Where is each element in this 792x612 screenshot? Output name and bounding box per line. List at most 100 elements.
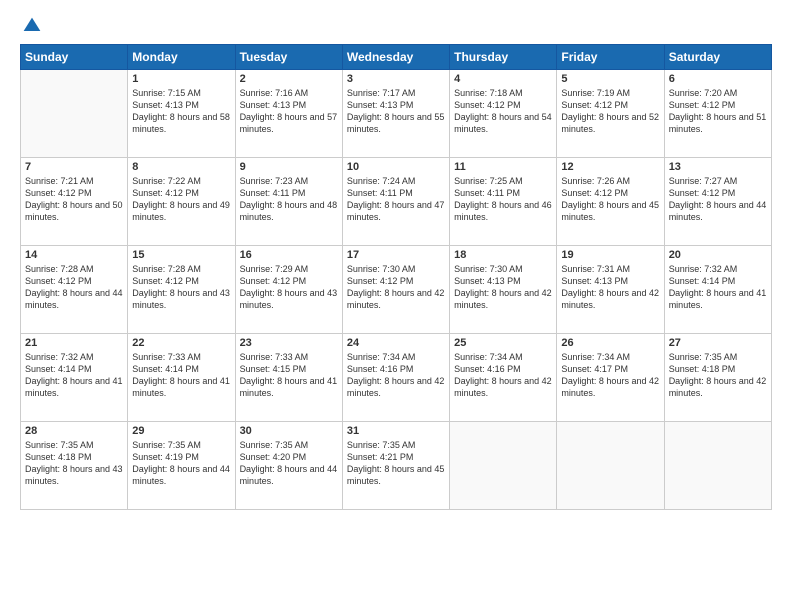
logo-icon (22, 16, 42, 36)
day-number: 28 (25, 425, 123, 437)
calendar-cell: 9 Sunrise: 7:23 AM Sunset: 4:11 PM Daylig… (235, 158, 342, 246)
day-number: 21 (25, 337, 123, 349)
logo (20, 16, 42, 36)
page: SundayMondayTuesdayWednesdayThursdayFrid… (0, 0, 792, 612)
day-number: 20 (669, 249, 767, 261)
day-info: Sunrise: 7:17 AM Sunset: 4:13 PM Dayligh… (347, 87, 445, 136)
day-info: Sunrise: 7:30 AM Sunset: 4:12 PM Dayligh… (347, 263, 445, 312)
day-info: Sunrise: 7:32 AM Sunset: 4:14 PM Dayligh… (25, 351, 123, 400)
day-of-week-header: Friday (557, 45, 664, 70)
day-info: Sunrise: 7:31 AM Sunset: 4:13 PM Dayligh… (561, 263, 659, 312)
header (20, 16, 772, 36)
day-info: Sunrise: 7:28 AM Sunset: 4:12 PM Dayligh… (132, 263, 230, 312)
calendar-cell: 10 Sunrise: 7:24 AM Sunset: 4:11 PM Dayli… (342, 158, 449, 246)
day-info: Sunrise: 7:18 AM Sunset: 4:12 PM Dayligh… (454, 87, 552, 136)
calendar-cell: 26 Sunrise: 7:34 AM Sunset: 4:17 PM Dayli… (557, 334, 664, 422)
day-number: 11 (454, 161, 552, 173)
day-info: Sunrise: 7:19 AM Sunset: 4:12 PM Dayligh… (561, 87, 659, 136)
day-info: Sunrise: 7:34 AM Sunset: 4:16 PM Dayligh… (454, 351, 552, 400)
day-number: 12 (561, 161, 659, 173)
day-of-week-header: Tuesday (235, 45, 342, 70)
calendar-header-row: SundayMondayTuesdayWednesdayThursdayFrid… (21, 45, 772, 70)
calendar-cell: 19Sunrise: 7:31 AM Sunset: 4:13 PM Dayli… (557, 246, 664, 334)
day-number: 15 (132, 249, 230, 261)
day-info: Sunrise: 7:33 AM Sunset: 4:15 PM Dayligh… (240, 351, 338, 400)
calendar-cell: 28 Sunrise: 7:35 AM Sunset: 4:18 PM Dayli… (21, 422, 128, 510)
day-number: 23 (240, 337, 338, 349)
day-of-week-header: Monday (128, 45, 235, 70)
calendar-cell: 18 Sunrise: 7:30 AM Sunset: 4:13 PM Dayli… (450, 246, 557, 334)
calendar-cell: 5 Sunrise: 7:19 AM Sunset: 4:12 PM Daylig… (557, 70, 664, 158)
day-number: 2 (240, 73, 338, 85)
day-of-week-header: Sunday (21, 45, 128, 70)
day-info: Sunrise: 7:28 AM Sunset: 4:12 PM Dayligh… (25, 263, 123, 312)
calendar-cell: 2 Sunrise: 7:16 AM Sunset: 4:13 PM Daylig… (235, 70, 342, 158)
day-of-week-header: Saturday (664, 45, 771, 70)
day-info: Sunrise: 7:23 AM Sunset: 4:11 PM Dayligh… (240, 175, 338, 224)
day-number: 25 (454, 337, 552, 349)
day-info: Sunrise: 7:20 AM Sunset: 4:12 PM Dayligh… (669, 87, 767, 136)
day-info: Sunrise: 7:35 AM Sunset: 4:18 PM Dayligh… (669, 351, 767, 400)
calendar-cell (557, 422, 664, 510)
calendar-week-row: 21 Sunrise: 7:32 AM Sunset: 4:14 PM Dayli… (21, 334, 772, 422)
calendar-cell: 11 Sunrise: 7:25 AM Sunset: 4:11 PM Dayli… (450, 158, 557, 246)
day-info: Sunrise: 7:25 AM Sunset: 4:11 PM Dayligh… (454, 175, 552, 224)
calendar-table: SundayMondayTuesdayWednesdayThursdayFrid… (20, 44, 772, 510)
calendar-cell: 12 Sunrise: 7:26 AM Sunset: 4:12 PM Dayli… (557, 158, 664, 246)
day-of-week-header: Thursday (450, 45, 557, 70)
day-info: Sunrise: 7:15 AM Sunset: 4:13 PM Dayligh… (132, 87, 230, 136)
calendar-cell: 31 Sunrise: 7:35 AM Sunset: 4:21 PM Dayli… (342, 422, 449, 510)
calendar-cell: 29Sunrise: 7:35 AM Sunset: 4:19 PM Dayli… (128, 422, 235, 510)
calendar-cell: 25 Sunrise: 7:34 AM Sunset: 4:16 PM Dayli… (450, 334, 557, 422)
day-info: Sunrise: 7:33 AM Sunset: 4:14 PM Dayligh… (132, 351, 230, 400)
day-number: 14 (25, 249, 123, 261)
day-number: 17 (347, 249, 445, 261)
day-number: 6 (669, 73, 767, 85)
day-number: 5 (561, 73, 659, 85)
calendar-week-row: 1 Sunrise: 7:15 AM Sunset: 4:13 PM Daylig… (21, 70, 772, 158)
day-number: 27 (669, 337, 767, 349)
day-number: 16 (240, 249, 338, 261)
calendar-cell: 7 Sunrise: 7:21 AM Sunset: 4:12 PM Daylig… (21, 158, 128, 246)
calendar-cell (450, 422, 557, 510)
day-number: 9 (240, 161, 338, 173)
calendar-cell: 4Sunrise: 7:18 AM Sunset: 4:12 PM Daylig… (450, 70, 557, 158)
calendar-cell: 13Sunrise: 7:27 AM Sunset: 4:12 PM Dayli… (664, 158, 771, 246)
day-number: 10 (347, 161, 445, 173)
day-info: Sunrise: 7:35 AM Sunset: 4:21 PM Dayligh… (347, 439, 445, 488)
calendar-cell: 27 Sunrise: 7:35 AM Sunset: 4:18 PM Dayli… (664, 334, 771, 422)
day-info: Sunrise: 7:35 AM Sunset: 4:18 PM Dayligh… (25, 439, 123, 488)
day-info: Sunrise: 7:29 AM Sunset: 4:12 PM Dayligh… (240, 263, 338, 312)
day-info: Sunrise: 7:26 AM Sunset: 4:12 PM Dayligh… (561, 175, 659, 224)
calendar-cell: 17 Sunrise: 7:30 AM Sunset: 4:12 PM Dayli… (342, 246, 449, 334)
day-info: Sunrise: 7:24 AM Sunset: 4:11 PM Dayligh… (347, 175, 445, 224)
calendar-cell: 15 Sunrise: 7:28 AM Sunset: 4:12 PM Dayli… (128, 246, 235, 334)
calendar-cell (664, 422, 771, 510)
calendar-cell: 8Sunrise: 7:22 AM Sunset: 4:12 PM Daylig… (128, 158, 235, 246)
calendar-week-row: 7 Sunrise: 7:21 AM Sunset: 4:12 PM Daylig… (21, 158, 772, 246)
day-number: 13 (669, 161, 767, 173)
calendar-cell: 1 Sunrise: 7:15 AM Sunset: 4:13 PM Daylig… (128, 70, 235, 158)
day-number: 1 (132, 73, 230, 85)
calendar-cell: 21 Sunrise: 7:32 AM Sunset: 4:14 PM Dayli… (21, 334, 128, 422)
day-number: 22 (132, 337, 230, 349)
day-number: 7 (25, 161, 123, 173)
day-info: Sunrise: 7:21 AM Sunset: 4:12 PM Dayligh… (25, 175, 123, 224)
day-number: 31 (347, 425, 445, 437)
calendar-week-row: 28 Sunrise: 7:35 AM Sunset: 4:18 PM Dayli… (21, 422, 772, 510)
day-of-week-header: Wednesday (342, 45, 449, 70)
calendar-cell: 30Sunrise: 7:35 AM Sunset: 4:20 PM Dayli… (235, 422, 342, 510)
day-info: Sunrise: 7:34 AM Sunset: 4:17 PM Dayligh… (561, 351, 659, 400)
day-info: Sunrise: 7:30 AM Sunset: 4:13 PM Dayligh… (454, 263, 552, 312)
calendar-cell: 14 Sunrise: 7:28 AM Sunset: 4:12 PM Dayli… (21, 246, 128, 334)
calendar-cell (21, 70, 128, 158)
day-info: Sunrise: 7:16 AM Sunset: 4:13 PM Dayligh… (240, 87, 338, 136)
day-number: 24 (347, 337, 445, 349)
day-number: 18 (454, 249, 552, 261)
calendar-cell: 6 Sunrise: 7:20 AM Sunset: 4:12 PM Daylig… (664, 70, 771, 158)
calendar-cell: 22 Sunrise: 7:33 AM Sunset: 4:14 PM Dayli… (128, 334, 235, 422)
day-info: Sunrise: 7:32 AM Sunset: 4:14 PM Dayligh… (669, 263, 767, 312)
calendar-week-row: 14 Sunrise: 7:28 AM Sunset: 4:12 PM Dayli… (21, 246, 772, 334)
day-number: 26 (561, 337, 659, 349)
calendar-cell: 16 Sunrise: 7:29 AM Sunset: 4:12 PM Dayli… (235, 246, 342, 334)
